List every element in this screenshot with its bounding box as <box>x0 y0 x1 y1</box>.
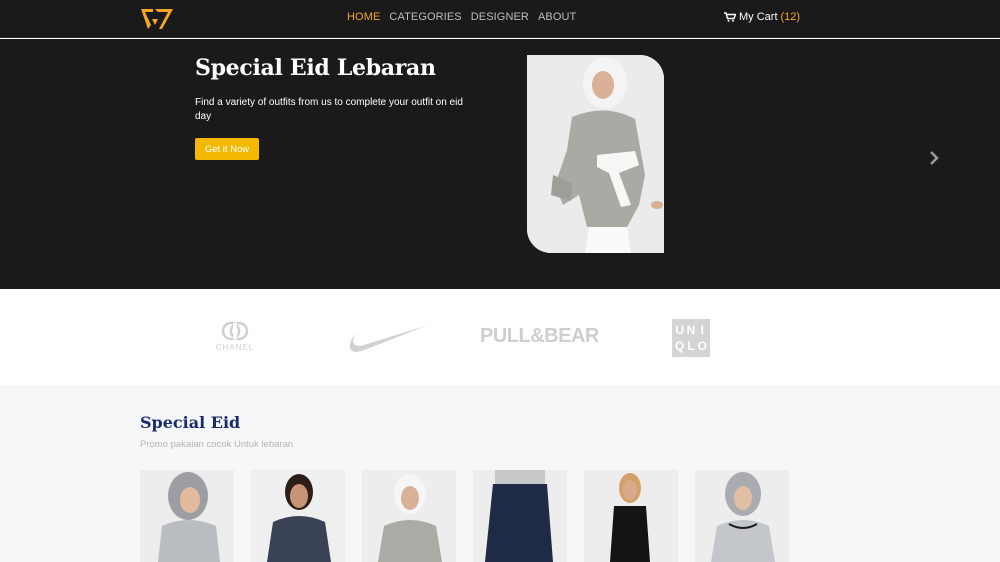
uniqlo-letter: Q <box>674 339 685 353</box>
uniqlo-letter: I <box>700 323 704 337</box>
product-card[interactable] <box>140 470 234 562</box>
uniqlo-letter: N <box>686 323 696 337</box>
uniqlo-letter: U <box>675 323 684 337</box>
product-card[interactable] <box>362 470 456 562</box>
nav-designer[interactable]: DESIGNER <box>471 11 529 23</box>
nike-swoosh-logo[interactable] <box>344 321 428 355</box>
main-nav: HOME CATEGORIES DESIGNER ABOUT <box>347 11 576 23</box>
cart-button[interactable]: My Cart (12) <box>724 11 800 23</box>
get-it-now-button[interactable]: Get it Now <box>195 138 259 160</box>
section-title: Special Eid <box>140 413 241 432</box>
section-subtitle: Promo pakaian cocok Untuk lebaran <box>140 439 294 450</box>
nav-about[interactable]: ABOUT <box>538 11 576 23</box>
product-card[interactable] <box>695 470 789 562</box>
uniqlo-letter: L <box>687 339 695 353</box>
nav-home[interactable]: HOME <box>347 11 380 23</box>
product-card[interactable] <box>584 470 678 562</box>
hero-banner: Special Eid Lebaran Find a variety of ou… <box>0 39 1000 289</box>
uniqlo-letter: O <box>697 339 707 353</box>
chevron-right-icon[interactable] <box>927 149 941 167</box>
uniqlo-logo[interactable]: U N I Q L O <box>672 319 710 357</box>
cart-count: (12) <box>780 11 801 23</box>
hero-description: Find a variety of outfits from us to com… <box>195 97 463 122</box>
nav-categories[interactable]: CATEGORIES <box>389 11 461 23</box>
product-card[interactable] <box>473 470 567 562</box>
brand-strip: CHANEL PULL&BEAR U N I Q L O <box>0 289 1000 385</box>
special-eid-section: Special Eid Promo pakaian cocok Untuk le… <box>0 385 1000 562</box>
chanel-logo[interactable]: CHANEL <box>212 321 258 353</box>
pull-and-bear-logo[interactable]: PULL&BEAR <box>480 325 599 348</box>
navbar: HOME CATEGORIES DESIGNER ABOUT My Cart (… <box>0 0 1000 38</box>
product-list <box>140 470 789 562</box>
hero-title: Special Eid Lebaran <box>195 55 436 81</box>
cart-label: My Cart <box>739 11 778 23</box>
brand-logo-icon[interactable] <box>140 7 174 31</box>
product-card[interactable] <box>251 470 345 562</box>
cart-icon <box>724 12 736 22</box>
chanel-wordmark: CHANEL <box>215 343 255 352</box>
hero-model-image <box>527 55 664 253</box>
